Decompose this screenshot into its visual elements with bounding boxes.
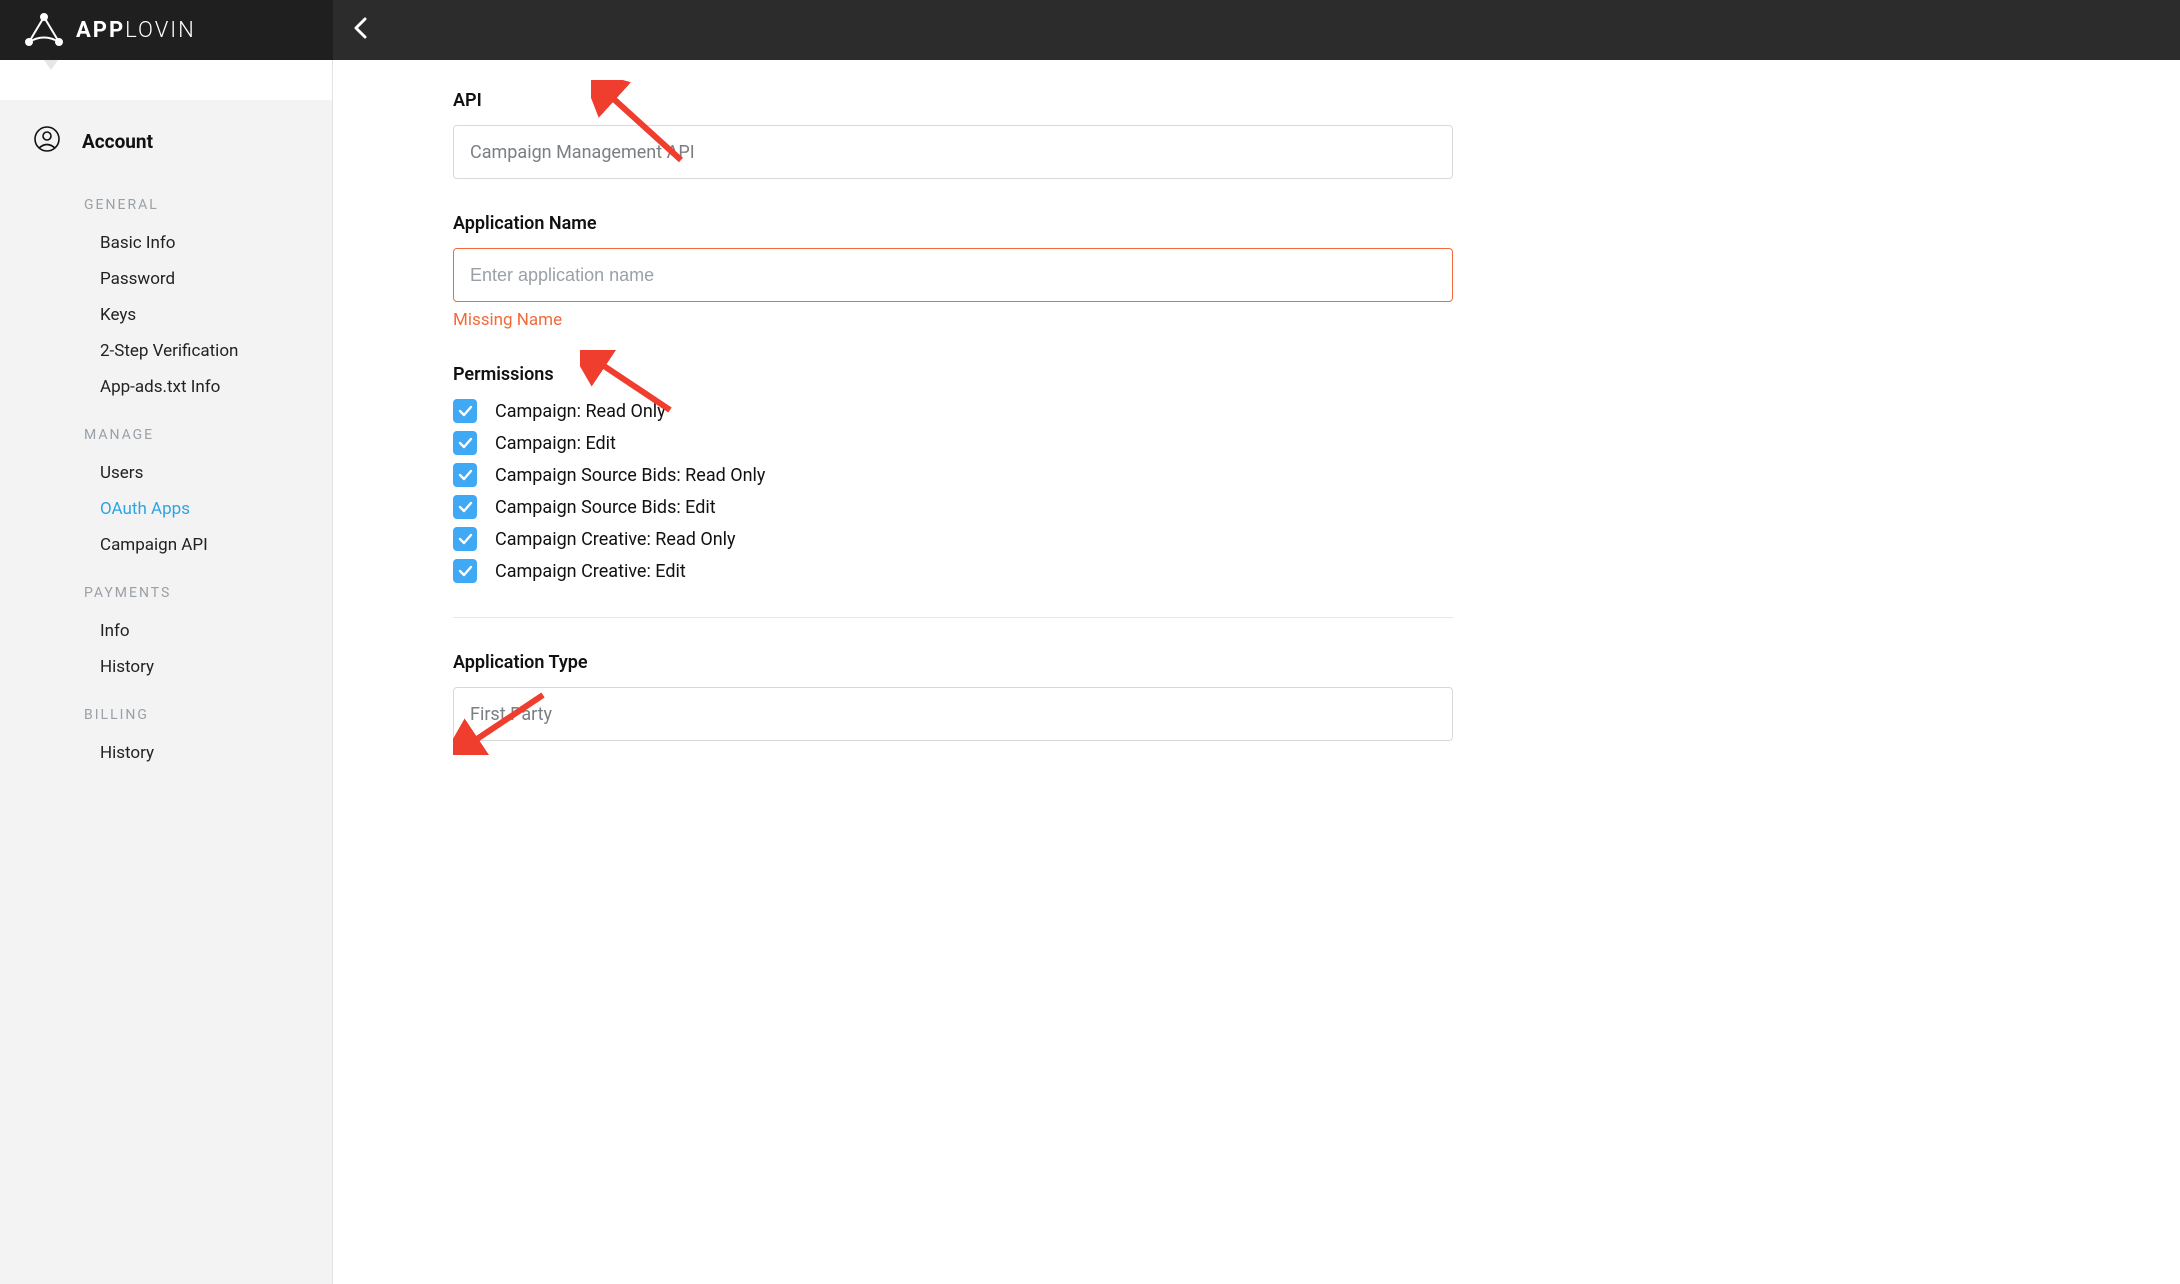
sidebar-item-campaign-api[interactable]: Campaign API: [0, 527, 332, 563]
field-app-name: Application Name Missing Name: [453, 213, 2180, 330]
sidebar-item-appads[interactable]: App-ads.txt Info: [0, 369, 332, 405]
chevron-left-icon: [353, 17, 367, 39]
sidebar-item-pay-history[interactable]: History: [0, 649, 332, 685]
field-label-api: API: [453, 90, 2180, 111]
check-icon: [458, 405, 473, 417]
sidebar-group-label: MANAGE: [0, 405, 332, 455]
sidebar-group-label: PAYMENTS: [0, 563, 332, 613]
app-name-input[interactable]: [470, 249, 1436, 301]
permission-label: Campaign: Read Only: [495, 401, 666, 422]
back-button[interactable]: [353, 17, 367, 43]
brand-name: APPLOVIN: [76, 18, 196, 43]
main-content: API Campaign Management API Application …: [333, 60, 2180, 1284]
permission-label: Campaign: Edit: [495, 433, 616, 454]
sidebar-section-account[interactable]: Account: [0, 100, 332, 175]
api-select[interactable]: Campaign Management API: [453, 125, 1453, 179]
permission-checkbox[interactable]: [453, 559, 477, 583]
sidebar-item-password[interactable]: Password: [0, 261, 332, 297]
permission-label: Campaign Creative: Edit: [495, 561, 686, 582]
permission-checkbox[interactable]: [453, 495, 477, 519]
sidebar-top-strip: [0, 60, 332, 100]
field-label-permissions: Permissions: [453, 364, 2180, 385]
sidebar-item-pay-info[interactable]: Info: [0, 613, 332, 649]
sidebar-group-label: GENERAL: [0, 175, 332, 225]
permission-row: Campaign: Read Only: [453, 399, 2180, 423]
permission-row: Campaign Source Bids: Read Only: [453, 463, 2180, 487]
field-label-app-type: Application Type: [453, 652, 2180, 673]
section-divider: [453, 617, 1453, 618]
permission-checkbox[interactable]: [453, 527, 477, 551]
sidebar-item-oauth[interactable]: OAuth Apps: [0, 491, 332, 527]
permission-checkbox[interactable]: [453, 463, 477, 487]
sidebar-item-bill-history[interactable]: History: [0, 735, 332, 771]
app-name-error: Missing Name: [453, 310, 2180, 330]
check-icon: [458, 437, 473, 449]
sidebar-item-users[interactable]: Users: [0, 455, 332, 491]
check-icon: [458, 501, 473, 513]
check-icon: [458, 533, 473, 545]
app-type-select[interactable]: First Party: [453, 687, 1453, 741]
field-label-app-name: Application Name: [453, 213, 2180, 234]
sidebar-item-2step[interactable]: 2-Step Verification: [0, 333, 332, 369]
field-api: API Campaign Management API: [453, 90, 2180, 179]
check-icon: [458, 565, 473, 577]
permission-checkbox[interactable]: [453, 431, 477, 455]
permission-row: Campaign Source Bids: Edit: [453, 495, 2180, 519]
field-permissions: Permissions Campaign: Read Only Campaign:…: [453, 364, 2180, 583]
sidebar-group-label: BILLING: [0, 685, 332, 735]
field-app-type: Application Type First Party: [453, 652, 2180, 741]
permission-label: Campaign Source Bids: Edit: [495, 497, 716, 518]
user-icon: [34, 126, 60, 157]
sidebar-item-basic-info[interactable]: Basic Info: [0, 225, 332, 261]
check-icon: [458, 469, 473, 481]
permission-row: Campaign Creative: Edit: [453, 559, 2180, 583]
permission-label: Campaign Creative: Read Only: [495, 529, 736, 550]
brand-logo-icon: [24, 13, 64, 47]
sidebar-item-keys[interactable]: Keys: [0, 297, 332, 333]
topbar: APPLOVIN: [0, 0, 2180, 60]
app-name-input-wrap: [453, 248, 1453, 302]
app-type-select-value: First Party: [470, 704, 552, 725]
api-select-value: Campaign Management API: [470, 142, 695, 163]
permission-label: Campaign Source Bids: Read Only: [495, 465, 765, 486]
permission-row: Campaign: Edit: [453, 431, 2180, 455]
permission-row: Campaign Creative: Read Only: [453, 527, 2180, 551]
sidebar: Account GENERALBasic InfoPasswordKeys2-S…: [0, 60, 333, 1284]
permission-checkbox[interactable]: [453, 399, 477, 423]
brand-logo-area: APPLOVIN: [0, 0, 333, 60]
sidebar-account-label: Account: [82, 130, 153, 153]
